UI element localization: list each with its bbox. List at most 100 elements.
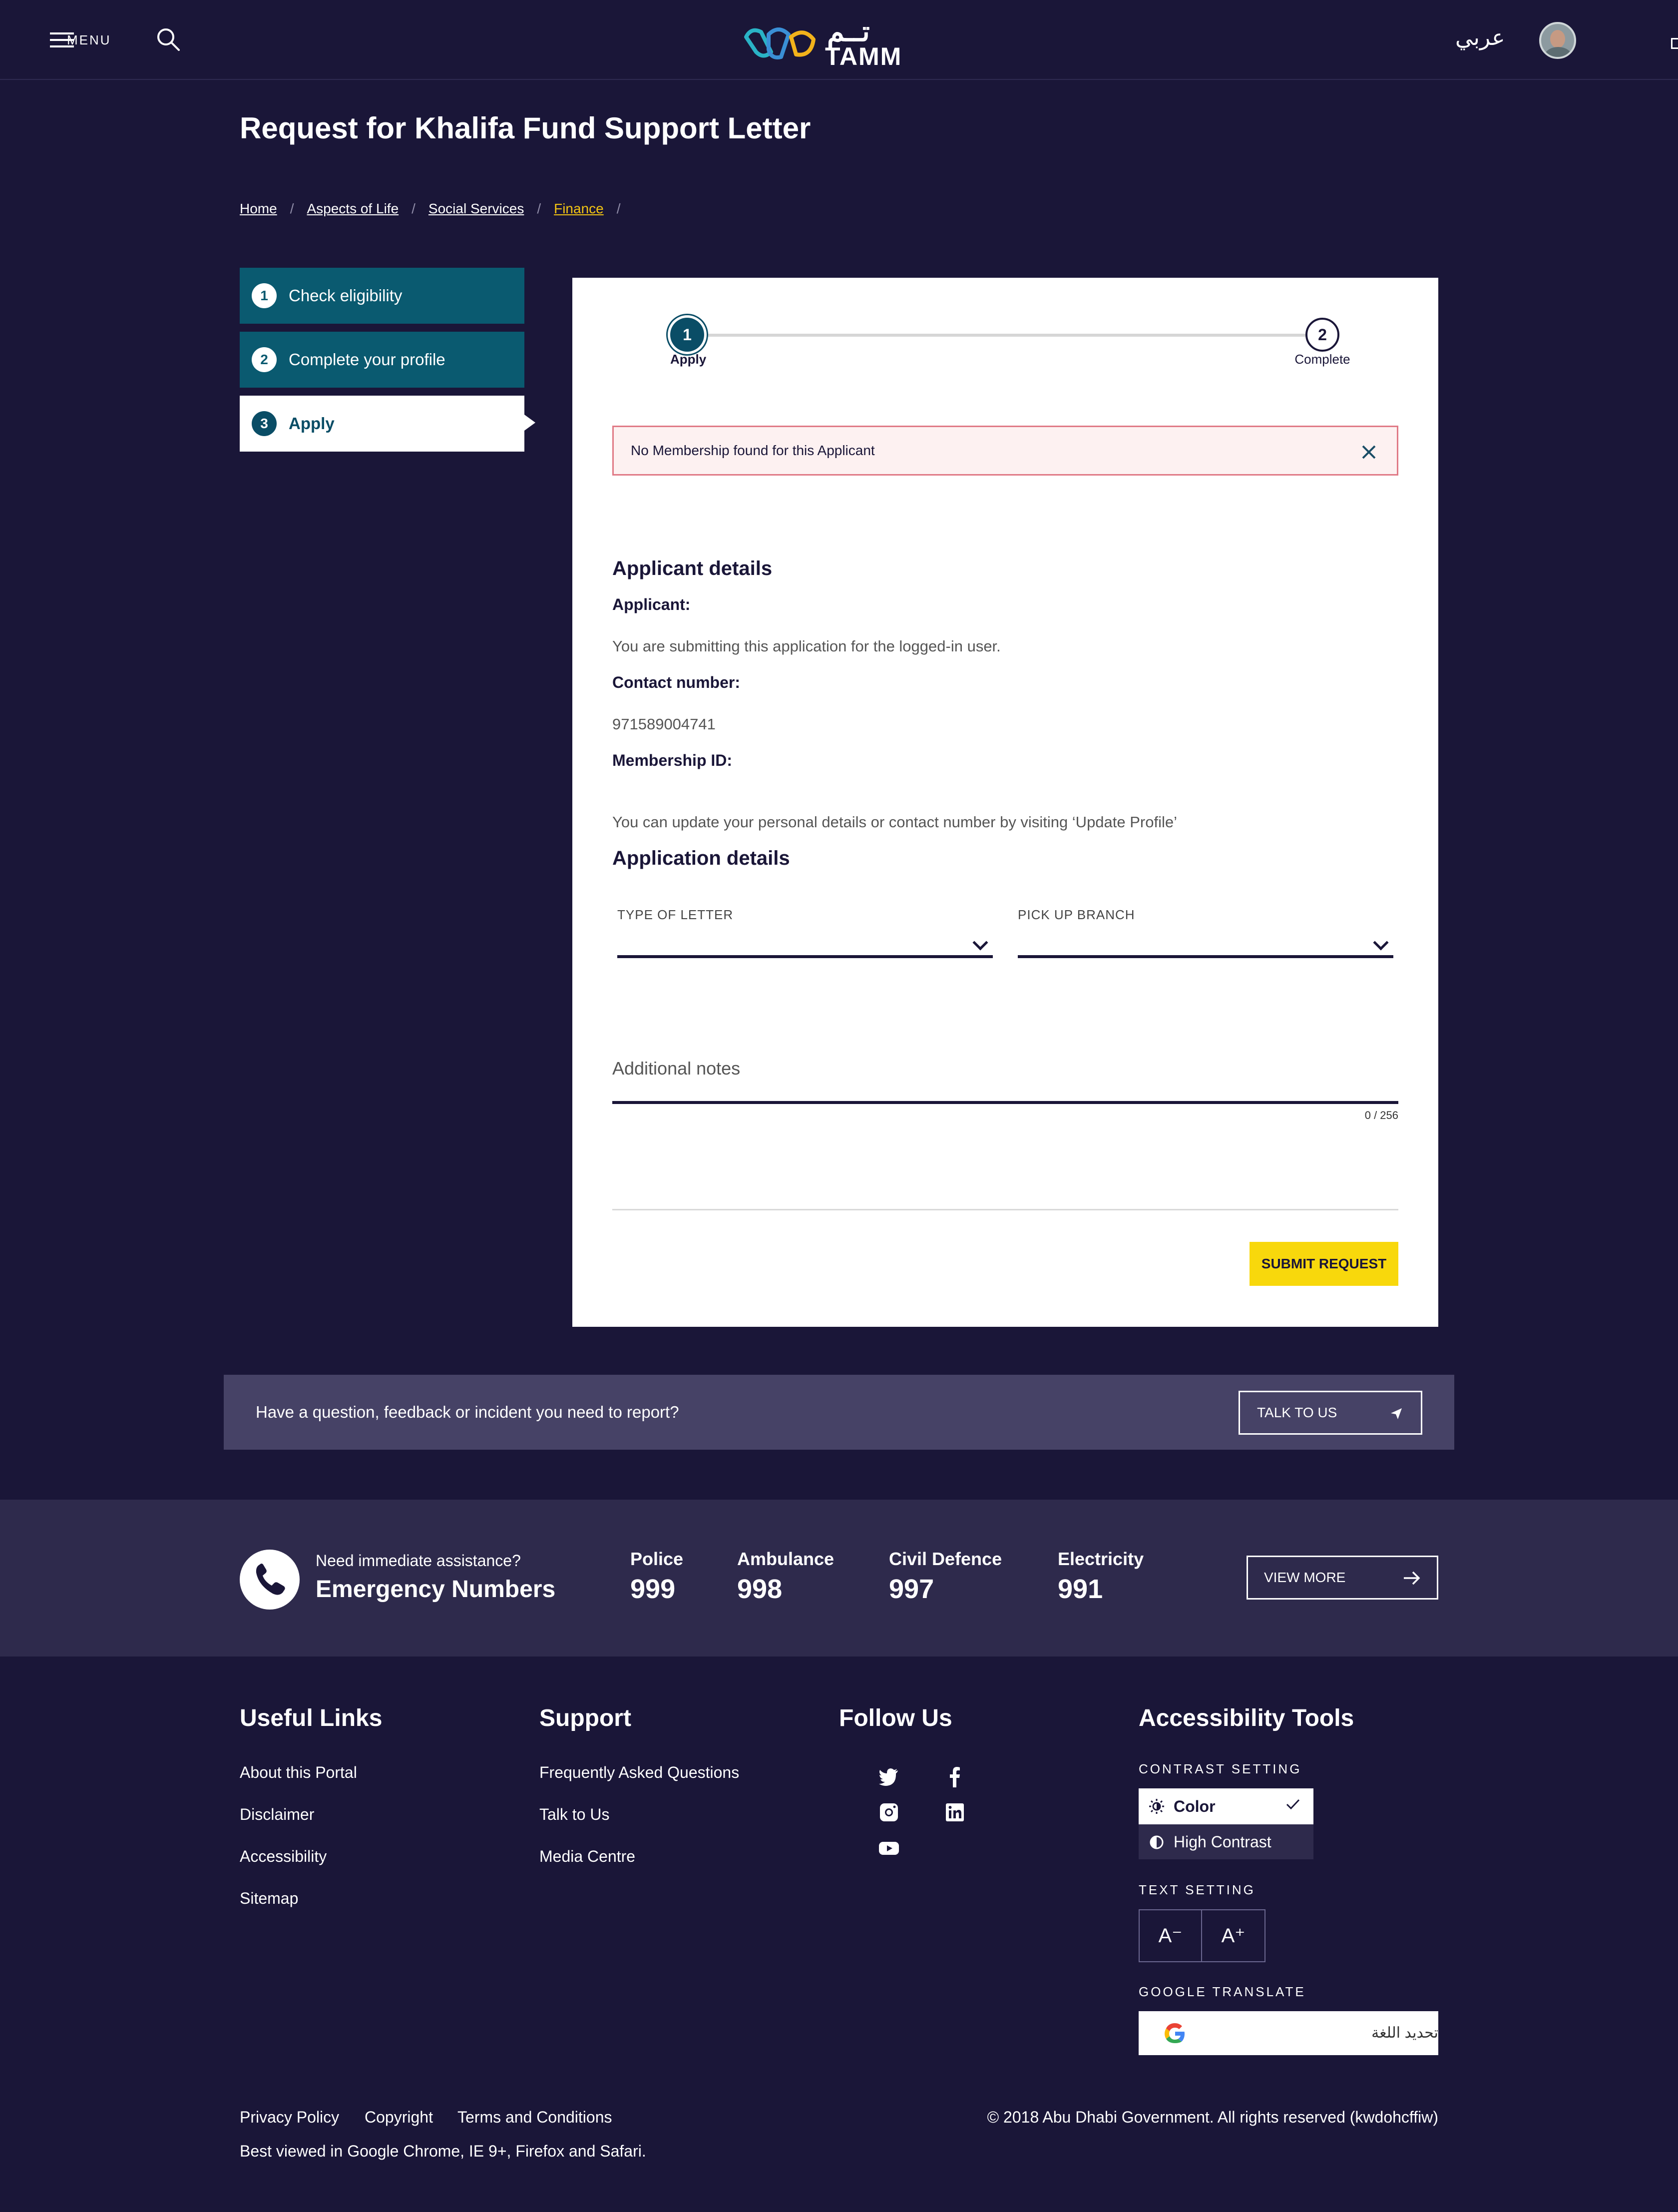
increase-text-button[interactable]: A⁺ (1202, 1910, 1264, 1961)
decrease-text-button[interactable]: A⁻ (1140, 1910, 1203, 1961)
twitter-icon[interactable] (877, 1764, 901, 1788)
applicant-details-heading: Applicant details (612, 557, 773, 579)
breadcrumb-separator: / (537, 201, 541, 216)
hamburger-icon (50, 32, 74, 47)
contact-number-label: Contact number: (612, 673, 740, 691)
follow-us-heading: Follow Us (839, 1705, 952, 1731)
phone-icon (240, 1550, 300, 1610)
footer-link-media-centre[interactable]: Media Centre (539, 1847, 635, 1866)
support-heading: Support (539, 1705, 631, 1731)
emergency-civil-defence[interactable]: Civil Defence 997 (889, 1549, 1002, 1605)
contrast-options: Color High Contrast (1139, 1788, 1313, 1859)
linkedin-icon[interactable] (943, 1800, 967, 1824)
membership-id-label: Membership ID: (612, 751, 733, 769)
additional-notes-field[interactable]: Additional notes (612, 1052, 1398, 1104)
breadcrumb-separator: / (412, 201, 416, 216)
menu-button[interactable]: MENU (50, 30, 111, 50)
accessibility-tools-heading: Accessibility Tools (1139, 1705, 1354, 1731)
footer-link-accessibility[interactable]: Accessibility (240, 1847, 327, 1866)
step-label: Apply (289, 414, 335, 433)
footer-link-disclaimer[interactable]: Disclaimer (240, 1805, 314, 1824)
google-translate-label: GOOGLE TRANSLATE (1139, 1984, 1306, 1999)
application-details-heading: Application details (612, 847, 790, 869)
step-number: 2 (252, 347, 277, 372)
footer-link-faq[interactable]: Frequently Asked Questions (539, 1763, 739, 1782)
close-icon[interactable] (1359, 442, 1379, 462)
alert-message: No Membership found for this Applicant (631, 443, 875, 458)
breadcrumb-social-services[interactable]: Social Services (428, 201, 524, 217)
breadcrumb-separator: / (616, 201, 621, 216)
footer-link-about[interactable]: About this Portal (240, 1763, 357, 1782)
application-card: 1 2 Apply Complete No Membership found f… (572, 278, 1438, 1327)
emergency-police[interactable]: Police 999 (630, 1549, 683, 1605)
contrast-option-color[interactable]: Color (1139, 1788, 1313, 1824)
language-switch[interactable]: عربي (1455, 25, 1505, 50)
panel-edge-icon[interactable] (1671, 38, 1678, 49)
copyright-link[interactable]: Copyright (365, 2108, 433, 2127)
error-alert: No Membership found for this Applicant (612, 426, 1398, 476)
select-language-text: تحديد اللغة (1371, 2025, 1438, 2041)
emergency-section: Need immediate assistance? Emergency Num… (0, 1500, 1678, 1657)
useful-links-heading: Useful Links (240, 1705, 383, 1731)
emergency-number: 998 (737, 1574, 783, 1604)
sun-icon (1149, 1799, 1164, 1814)
contrast-color-label: Color (1174, 1797, 1216, 1815)
avatar[interactable] (1539, 22, 1576, 59)
facebook-icon[interactable] (943, 1764, 967, 1788)
breadcrumb-aspects-of-life[interactable]: Aspects of Life (307, 201, 399, 217)
emergency-ambulance[interactable]: Ambulance 998 (737, 1549, 834, 1605)
emergency-name: Police (630, 1549, 684, 1569)
submit-request-button[interactable]: SUBMIT REQUEST (1250, 1242, 1398, 1286)
step-apply[interactable]: 3 Apply (240, 396, 524, 452)
footer-link-sitemap[interactable]: Sitemap (240, 1889, 298, 1908)
character-counter: 0 / 256 (1364, 1109, 1398, 1121)
contrast-icon (1150, 1835, 1164, 1849)
view-more-button[interactable]: VIEW MORE (1247, 1556, 1438, 1600)
text-size-controls: A⁻ A⁺ (1139, 1909, 1265, 1962)
youtube-icon[interactable] (877, 1836, 901, 1860)
emergency-title: Emergency Numbers (316, 1576, 556, 1603)
arrow-right-icon (1404, 1571, 1420, 1585)
pickup-branch-select[interactable]: PICK UP BRANCH (1018, 907, 1393, 958)
page-title: Request for Khalifa Fund Support Letter (240, 111, 811, 145)
talk-to-us-label: TALK TO US (1257, 1405, 1337, 1420)
step-check-eligibility[interactable]: 1 Check eligibility (240, 268, 524, 324)
emergency-number: 999 (630, 1574, 676, 1604)
google-translate-select[interactable]: تحديد اللغة (1139, 2011, 1438, 2055)
search-icon[interactable] (156, 27, 181, 52)
feedback-bar: Have a question, feedback or incident yo… (224, 1375, 1454, 1450)
breadcrumb-finance[interactable]: Finance (554, 201, 604, 217)
talk-to-us-button[interactable]: TALK TO US (1239, 1391, 1422, 1435)
top-header: MENU تــم TAMM عربي (0, 0, 1678, 80)
contrast-high-label: High Contrast (1174, 1832, 1271, 1851)
type-of-letter-label: TYPE OF LETTER (617, 907, 734, 922)
breadcrumb: Home / Aspects of Life / Social Services… (240, 201, 634, 217)
progress-label-apply: Apply (670, 352, 707, 367)
step-number: 3 (252, 411, 277, 436)
contrast-setting-label: CONTRAST SETTING (1139, 1761, 1302, 1776)
footer-link-talk-to-us[interactable]: Talk to Us (539, 1805, 609, 1824)
tamm-logo[interactable]: تــم TAMM (741, 15, 911, 70)
best-viewed-note: Best viewed in Google Chrome, IE 9+, Fir… (240, 2142, 646, 2160)
logo-english-text: TAMM (825, 42, 902, 70)
check-icon (1286, 1799, 1300, 1810)
copyright-text: © 2018 Abu Dhabi Government. All rights … (987, 2108, 1438, 2126)
type-of-letter-select[interactable]: TYPE OF LETTER (617, 907, 993, 958)
breadcrumb-home[interactable]: Home (240, 201, 277, 217)
google-icon (1165, 2023, 1185, 2043)
step-complete-profile[interactable]: 2 Complete your profile (240, 332, 524, 388)
privacy-policy-link[interactable]: Privacy Policy (240, 2108, 339, 2127)
emergency-electricity[interactable]: Electricity 991 (1058, 1549, 1144, 1605)
applicant-text: You are submitting this application for … (612, 637, 1001, 655)
step-label: Check eligibility (289, 286, 403, 305)
active-step-pointer-icon (524, 415, 535, 431)
instagram-icon[interactable] (877, 1800, 901, 1824)
progress-label-complete: Complete (1294, 352, 1350, 367)
terms-link[interactable]: Terms and Conditions (457, 2108, 612, 2127)
chevron-down-icon (972, 935, 988, 951)
contrast-option-high[interactable]: High Contrast (1139, 1824, 1313, 1859)
progress-step-complete: 2 (1305, 318, 1339, 352)
pickup-branch-label: PICK UP BRANCH (1018, 907, 1135, 922)
contact-number-value: 971589004741 (612, 715, 716, 733)
feedback-question: Have a question, feedback or incident yo… (256, 1403, 679, 1421)
